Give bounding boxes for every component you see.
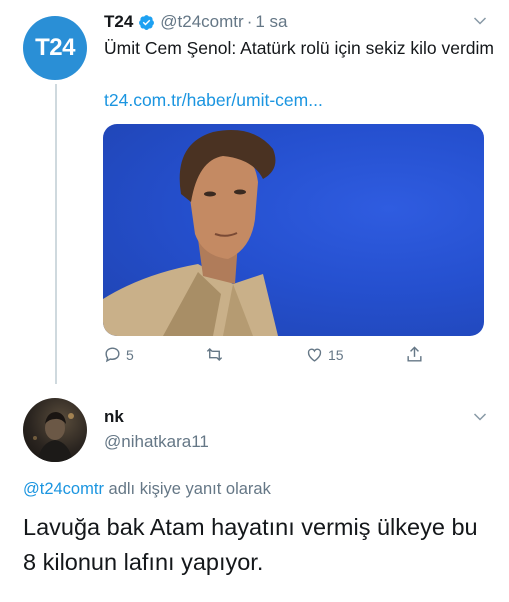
author-handle[interactable]: @nihatkara11 [104,432,209,452]
like-action[interactable]: 15 [305,345,344,364]
author-name[interactable]: T24 [104,12,133,32]
reply-icon [105,347,120,363]
author-handle[interactable]: @t24comtr [160,12,243,32]
portrait-illustration [103,130,278,336]
retweet-action[interactable] [205,345,228,364]
replying-to: @t24comtr adlı kişiye yanıt olarak [23,480,271,499]
tweet-actions: 5 15 [0,345,509,373]
reply-count: 5 [126,346,134,363]
replying-to-mention[interactable]: @t24comtr [23,480,104,498]
verified-badge-icon [139,14,155,30]
avatar-logo-text: T24 [35,34,75,61]
avatar[interactable]: T24 [23,16,87,80]
share-action[interactable] [405,345,424,364]
chevron-down-icon[interactable] [473,14,487,28]
author-name[interactable]: nk [104,407,124,427]
tweet-header: T24 @t24comtr · 1 sa [104,12,288,32]
avatar[interactable] [23,398,87,462]
reply-tweet[interactable]: nk @nihatkara11 @t24comtr adlı kişiye ya… [0,390,509,602]
tweet-text: Ümit Cem Şenol: Atatürk rolü için sekiz … [104,38,494,58]
timestamp[interactable]: 1 sa [255,12,287,32]
like-icon [307,348,322,362]
avatar-photo [33,412,74,462]
retweet-icon [206,347,223,362]
chevron-down-icon[interactable] [473,410,487,424]
like-count: 15 [328,346,344,363]
tweet-image[interactable] [103,124,484,336]
tweet-link[interactable]: t24.com.tr/haber/umit-cem... [104,90,323,111]
tweet[interactable]: T24 T24 @t24comtr · 1 sa Ümit Cem Şenol:… [0,0,509,385]
reply-text: Lavuğa bak Atam hayatını vermiş ülkeye b… [23,514,478,575]
share-icon [407,346,422,362]
reply-action[interactable]: 5 [103,345,134,364]
replying-to-label: adlı kişiye yanıt olarak [108,480,271,498]
separator-dot: · [246,12,253,31]
